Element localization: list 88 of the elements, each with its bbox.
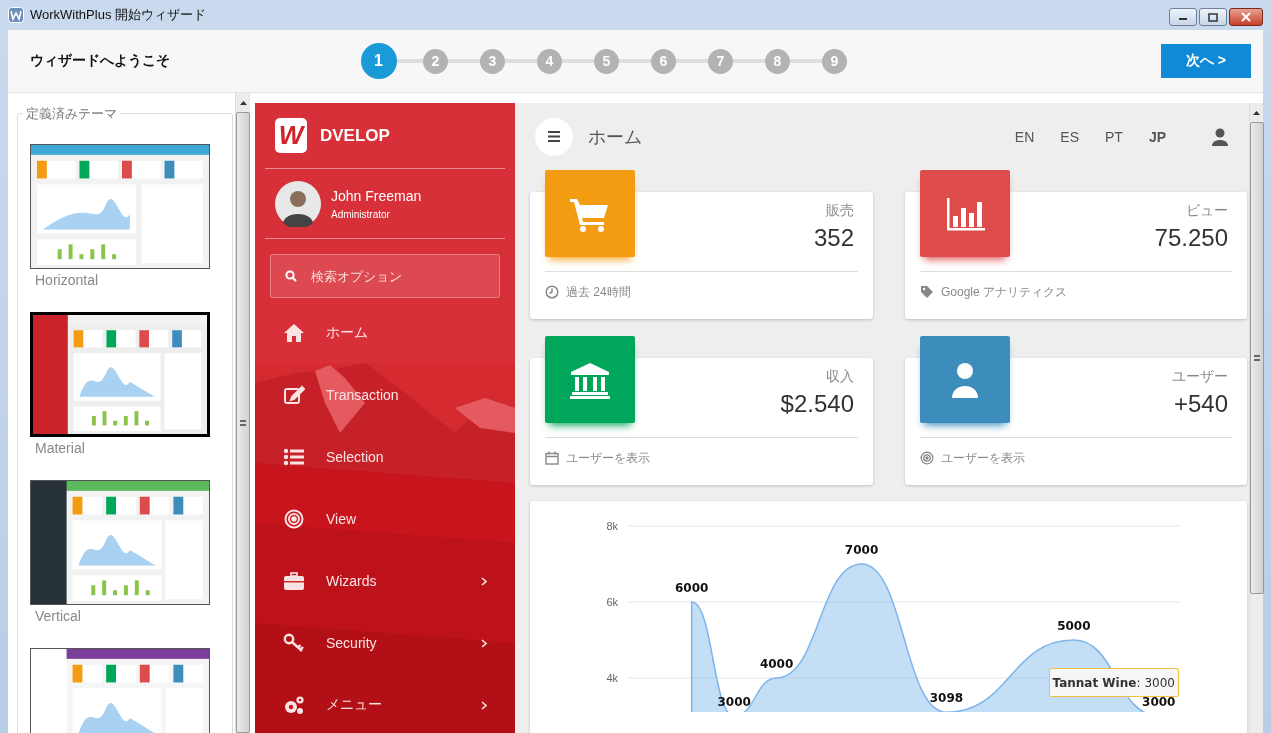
search-icon xyxy=(285,270,297,282)
step-indicator: 7 xyxy=(708,48,733,74)
axis-tick-label: 4k xyxy=(606,672,618,684)
maximize-icon xyxy=(1208,12,1218,22)
calendar-icon xyxy=(545,451,559,465)
stat-footer: ユーザーを表示 xyxy=(566,449,650,467)
stat-value: 352 xyxy=(813,224,854,252)
menu-item[interactable]: Security xyxy=(265,612,505,674)
step-indicator: 2 xyxy=(423,48,448,74)
chevron-icon xyxy=(481,638,487,648)
theme-preview[interactable] xyxy=(30,144,210,269)
tag-icon xyxy=(920,285,934,299)
step-indicator: 9 xyxy=(822,48,847,74)
data-label: 3000 xyxy=(1142,695,1176,709)
briefcase-icon xyxy=(283,571,305,591)
next-button[interactable]: 次へ > xyxy=(1161,44,1251,78)
tooltip-value: 3000 xyxy=(1144,675,1175,690)
step-indicator: 8 xyxy=(765,48,790,74)
list-icon xyxy=(283,447,305,467)
language-link[interactable]: EN xyxy=(1014,128,1035,145)
menu-item[interactable]: Wizards xyxy=(265,550,505,612)
gears-icon xyxy=(283,695,305,715)
theme-label: Horizontal xyxy=(35,272,100,288)
brand-name: DVELOP xyxy=(320,125,390,146)
edit-icon xyxy=(283,385,305,405)
language-link[interactable]: PT xyxy=(1105,128,1123,145)
menu-item[interactable]: View xyxy=(265,488,505,550)
language-link[interactable]: ES xyxy=(1060,128,1079,145)
page-title: ホーム xyxy=(588,125,642,149)
avatar xyxy=(275,180,321,227)
theme-label: Material xyxy=(35,440,86,456)
chevron-icon xyxy=(481,700,487,710)
chevron-icon xyxy=(481,576,487,586)
stat-label: ビュー xyxy=(1186,202,1228,220)
user-name: John Freeman xyxy=(331,187,422,204)
scrollbar-thumb[interactable] xyxy=(1249,122,1264,594)
group-legend: 定義済みテーマ xyxy=(23,105,120,123)
data-label: 6000 xyxy=(675,581,709,595)
theme-label: Vertical xyxy=(35,608,82,624)
maximize-button[interactable] xyxy=(1199,8,1227,26)
window-title: WorkWithPlus 開始ウィザード xyxy=(30,6,206,24)
wizard-heading: ウィザードへようこそ xyxy=(30,52,171,70)
target-icon xyxy=(920,451,934,465)
data-label: 4000 xyxy=(759,657,794,671)
stat-value: $2.540 xyxy=(780,390,854,418)
home-icon xyxy=(283,323,305,343)
key-icon xyxy=(283,633,305,653)
theme-preview[interactable] xyxy=(30,480,210,605)
user-role: Administrator xyxy=(331,208,391,220)
menu-item[interactable]: ホーム xyxy=(265,302,505,364)
menu-button[interactable] xyxy=(535,117,573,156)
menu-item[interactable]: Selection xyxy=(265,426,505,488)
up-arrow-icon[interactable] xyxy=(239,101,247,105)
clock-icon xyxy=(545,285,559,299)
step-indicator: 6 xyxy=(651,48,676,74)
step-indicator: 4 xyxy=(537,48,562,74)
stat-footer: ユーザーを表示 xyxy=(941,449,1025,467)
tooltip-separator: : xyxy=(1136,675,1141,690)
scrollbar[interactable] xyxy=(1249,103,1263,733)
user-icon[interactable] xyxy=(1212,127,1228,146)
close-button[interactable] xyxy=(1229,8,1263,26)
data-label: 3000 xyxy=(717,695,751,709)
stat-footer: Google アナリティクス xyxy=(941,283,1068,301)
axis-tick-label: 8k xyxy=(606,520,618,532)
stat-value: 75.250 xyxy=(1154,224,1228,252)
data-label: 7000 xyxy=(844,543,879,557)
minimize-button[interactable] xyxy=(1169,8,1197,26)
menu-item[interactable]: Transaction xyxy=(265,364,505,426)
language-link[interactable]: JP xyxy=(1148,128,1166,145)
stat-footer: 過去 24時間 xyxy=(566,283,631,301)
brand-logo: W xyxy=(275,118,307,153)
target-icon xyxy=(283,509,305,529)
stat-label: 収入 xyxy=(826,368,854,386)
data-label: 5000 xyxy=(1057,619,1091,633)
step-indicator: 3 xyxy=(480,48,505,74)
theme-preview[interactable] xyxy=(30,312,210,437)
menu-icon xyxy=(548,131,560,142)
menu-item[interactable]: メニュー xyxy=(265,674,505,733)
close-icon xyxy=(1241,12,1251,22)
stat-value: +540 xyxy=(1173,390,1228,418)
axis-tick-label: 6k xyxy=(606,596,618,608)
data-label: 3098 xyxy=(929,691,964,706)
step-indicator: 1 xyxy=(360,43,397,79)
stat-label: 販売 xyxy=(826,202,854,220)
stat-label: ユーザー xyxy=(1172,368,1228,386)
step-indicator: 5 xyxy=(594,48,619,74)
app-icon xyxy=(8,7,24,23)
up-arrow-icon[interactable] xyxy=(1253,111,1260,115)
